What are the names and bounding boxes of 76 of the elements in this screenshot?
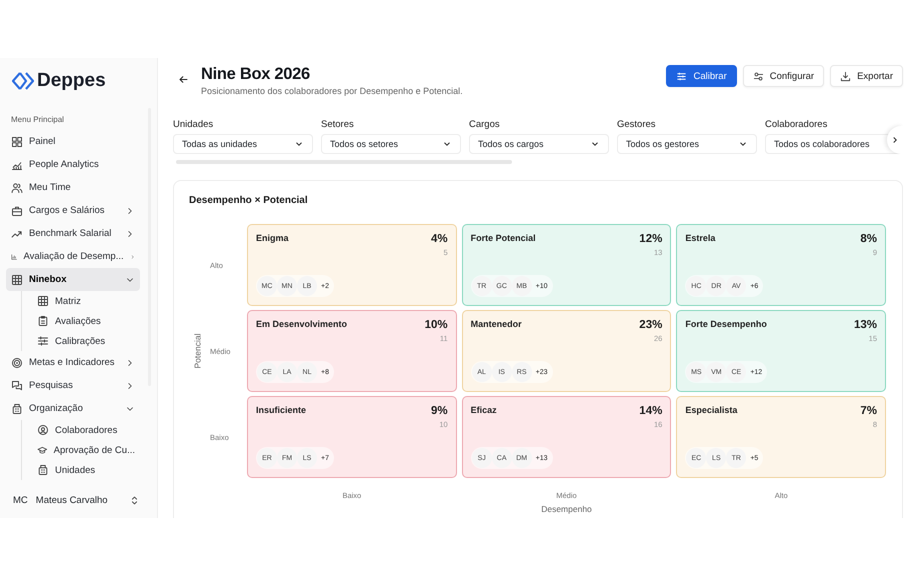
page-subtitle: Posicionamento dos colaboradores por Desempenho e Potencial.: [201, 86, 464, 96]
graduation-cap-icon: [37, 444, 48, 456]
cell-percent: 4%: [431, 233, 448, 245]
cell-percent: 14%: [639, 405, 662, 417]
cell-percent: 12%: [639, 233, 662, 245]
nav-item[interactable]: Pesquisas: [6, 374, 140, 397]
nav-subitem[interactable]: Avaliações: [32, 311, 140, 331]
nav-item[interactable]: Avaliação de Desemp...: [6, 245, 140, 268]
cell-title: Mantenedor: [470, 319, 522, 329]
sliders-icon: [676, 70, 688, 82]
building-icon: [37, 464, 49, 476]
cell-title: Forte Potencial: [470, 233, 536, 243]
cell-title: Estrela: [685, 233, 716, 243]
user-name: Mateus Carvalho: [36, 495, 109, 506]
nav-subitem[interactable]: Aprovação de Cu...: [32, 440, 140, 460]
page-title: Nine Box 2026: [201, 65, 311, 84]
user-circle-icon: [37, 424, 49, 436]
cell-percent: 10%: [424, 319, 448, 331]
table-icon: [37, 295, 49, 307]
nav-item[interactable]: Painel: [6, 130, 140, 153]
settings-icon: [752, 70, 764, 82]
card-title: Desempenho × Potencial: [189, 195, 309, 206]
logo-text: Deppes: [37, 70, 106, 92]
scroll-right-button[interactable]: [887, 126, 903, 154]
cell-title: Insuficiente: [256, 405, 306, 415]
filter-select[interactable]: Todos os cargos: [469, 134, 609, 154]
user-initials: MC: [13, 495, 28, 506]
cell-percent: 9%: [431, 405, 448, 417]
action-button[interactable]: Exportar: [830, 65, 903, 87]
axis-title: Potencial: [192, 334, 202, 368]
cell-title: Em Desenvolvimento: [256, 319, 348, 329]
building-icon: [11, 402, 23, 414]
cell-title: Enigma: [256, 233, 289, 243]
briefcase-icon: [11, 204, 23, 216]
cell-title: Eficaz: [470, 405, 497, 415]
cell-title: Especialista: [685, 405, 738, 415]
filter-select[interactable]: Todos os setores: [321, 134, 461, 154]
cell-percent: 13%: [854, 319, 877, 331]
cell-percent: 8%: [860, 233, 877, 245]
filter-select[interactable]: Todas as unidades: [173, 134, 313, 154]
cell-title: Forte Desempenho: [685, 319, 767, 329]
expand-icon: [129, 495, 140, 506]
grid-icon: [11, 136, 23, 148]
table-icon: [11, 274, 23, 286]
filter-label: Gestores: [617, 119, 657, 130]
logo-icon: [12, 71, 34, 91]
back-button[interactable]: [178, 74, 189, 85]
filter-label: Setores: [321, 119, 355, 130]
nav-subitem[interactable]: Unidades: [32, 460, 140, 480]
nav-subitem[interactable]: Colaboradores: [32, 420, 140, 440]
cell-percent: 23%: [639, 319, 662, 331]
download-icon: [840, 70, 852, 82]
target-icon: [11, 356, 23, 368]
nav-item[interactable]: Organização: [6, 397, 140, 420]
nav-item[interactable]: Benchmark Salarial: [6, 222, 140, 245]
arrow-left-icon: [178, 74, 189, 85]
action-button[interactable]: Calibrar: [666, 65, 737, 87]
nav-item[interactable]: Meu Time: [6, 176, 140, 199]
users-icon: [11, 182, 23, 194]
filter-label: Colaboradores: [765, 119, 828, 130]
chat-icon: [11, 380, 23, 392]
nav-subitem[interactable]: Calibrações: [32, 331, 140, 351]
cell-percent: 7%: [860, 405, 877, 417]
clipboard-icon: [37, 315, 49, 327]
nav-item[interactable]: Metas e Indicadores: [6, 351, 140, 374]
filter-label: Cargos: [469, 119, 501, 130]
action-button[interactable]: Configurar: [742, 65, 824, 87]
nav-subitem[interactable]: Matriz: [32, 291, 140, 311]
filter-select[interactable]: Todos os gestores: [617, 134, 757, 154]
nav-item[interactable]: Ninebox: [6, 268, 140, 291]
nav-item[interactable]: Cargos e Salários: [6, 199, 140, 222]
axis-title: Desempenho: [541, 504, 592, 516]
sliders-icon: [37, 335, 49, 347]
section-label: Menu Principal: [11, 115, 65, 124]
filter-label: Unidades: [173, 119, 214, 130]
nav-item[interactable]: People Analytics: [6, 153, 140, 176]
